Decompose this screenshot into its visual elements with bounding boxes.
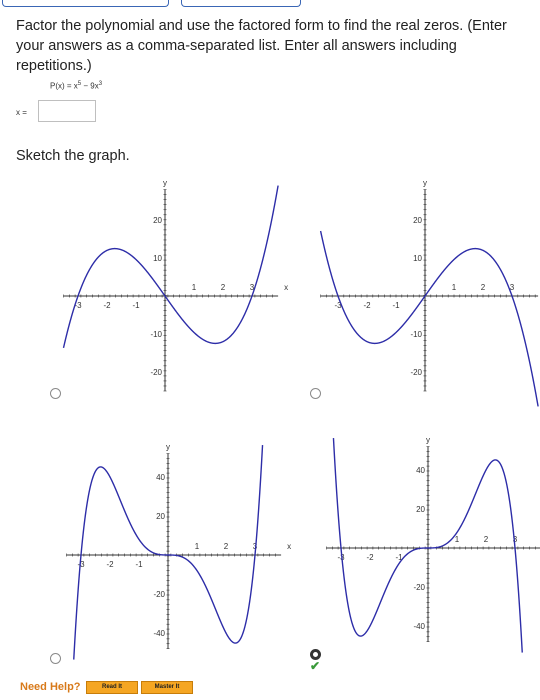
y-tick-label: -20 bbox=[153, 590, 165, 599]
x-tick-label: 1 bbox=[455, 535, 460, 544]
polynomial-curve bbox=[62, 185, 279, 349]
x-tick-label: -2 bbox=[366, 553, 374, 562]
graph-option-a: -3 -2 -11 2 32010-10-20yx bbox=[62, 179, 288, 392]
answer-label: x = bbox=[16, 108, 27, 117]
y-tick-label: 20 bbox=[416, 505, 425, 514]
y-axis-label: y bbox=[163, 179, 167, 188]
x-axis-label: x bbox=[287, 542, 291, 551]
x-tick-label: -2 bbox=[106, 560, 114, 569]
y-tick-label: -10 bbox=[410, 330, 422, 339]
y-tick-label: -10 bbox=[150, 330, 162, 339]
y-tick-label: -40 bbox=[153, 629, 165, 638]
radio-option-b[interactable] bbox=[310, 388, 321, 399]
y-tick-label: 20 bbox=[156, 512, 165, 521]
x-tick-label: 2 bbox=[481, 283, 486, 292]
x-tick-label: -2 bbox=[103, 301, 111, 310]
x-tick-label: 1 bbox=[452, 283, 457, 292]
x-tick-label: 1 bbox=[192, 283, 197, 292]
x-tick-label: 2 bbox=[221, 283, 226, 292]
graph-option-c: -3 -2 -11 2 34020-20-40yx bbox=[66, 443, 291, 660]
zeros-answer-input[interactable] bbox=[38, 100, 96, 122]
graph-option-b: -3 -2 -11 2 32010-10-20y bbox=[319, 179, 539, 407]
y-tick-label: 10 bbox=[153, 254, 162, 263]
x-tick-label: 1 bbox=[195, 542, 200, 551]
y-tick-label: 40 bbox=[416, 466, 425, 475]
y-tick-label: -20 bbox=[150, 368, 162, 377]
y-axis-label: y bbox=[166, 443, 170, 452]
polynomial-curve bbox=[319, 230, 539, 407]
y-tick-label: -20 bbox=[413, 583, 425, 592]
radio-option-c[interactable] bbox=[50, 653, 61, 664]
y-tick-label: -20 bbox=[410, 368, 422, 377]
master-it-button[interactable]: Master It bbox=[141, 681, 193, 694]
y-tick-label: 20 bbox=[153, 216, 162, 225]
polynomial-expression: P(x) = x5 − 9x3 bbox=[50, 81, 103, 91]
radio-option-a[interactable] bbox=[50, 388, 61, 399]
x-axis-label: x bbox=[284, 283, 288, 292]
x-tick-label: -1 bbox=[132, 301, 140, 310]
x-tick-label: -1 bbox=[135, 560, 143, 569]
x-tick-label: 2 bbox=[224, 542, 229, 551]
graph-option-d: -3 -2 -11 2 34020-20-40y bbox=[326, 436, 540, 653]
y-tick-label: 20 bbox=[413, 216, 422, 225]
sketch-instruction: Sketch the graph. bbox=[16, 148, 130, 164]
y-tick-label: 40 bbox=[156, 473, 165, 482]
y-axis-label: y bbox=[426, 436, 430, 445]
x-tick-label: -1 bbox=[392, 301, 400, 310]
read-it-button[interactable]: Read It bbox=[86, 681, 138, 694]
top-tab-right bbox=[181, 0, 301, 7]
question-text: Factor the polynomial and use the factor… bbox=[16, 18, 507, 74]
top-tab-left bbox=[2, 0, 169, 7]
need-help-label: Need Help? bbox=[20, 681, 81, 693]
y-tick-label: -40 bbox=[413, 622, 425, 631]
correct-check-icon: ✔ bbox=[310, 659, 321, 673]
top-tab-strip bbox=[0, 0, 540, 8]
y-tick-label: 10 bbox=[413, 254, 422, 263]
x-tick-label: -3 bbox=[77, 560, 85, 569]
x-tick-label: 2 bbox=[484, 535, 489, 544]
y-axis-label: y bbox=[423, 179, 427, 188]
x-tick-label: -2 bbox=[363, 301, 371, 310]
